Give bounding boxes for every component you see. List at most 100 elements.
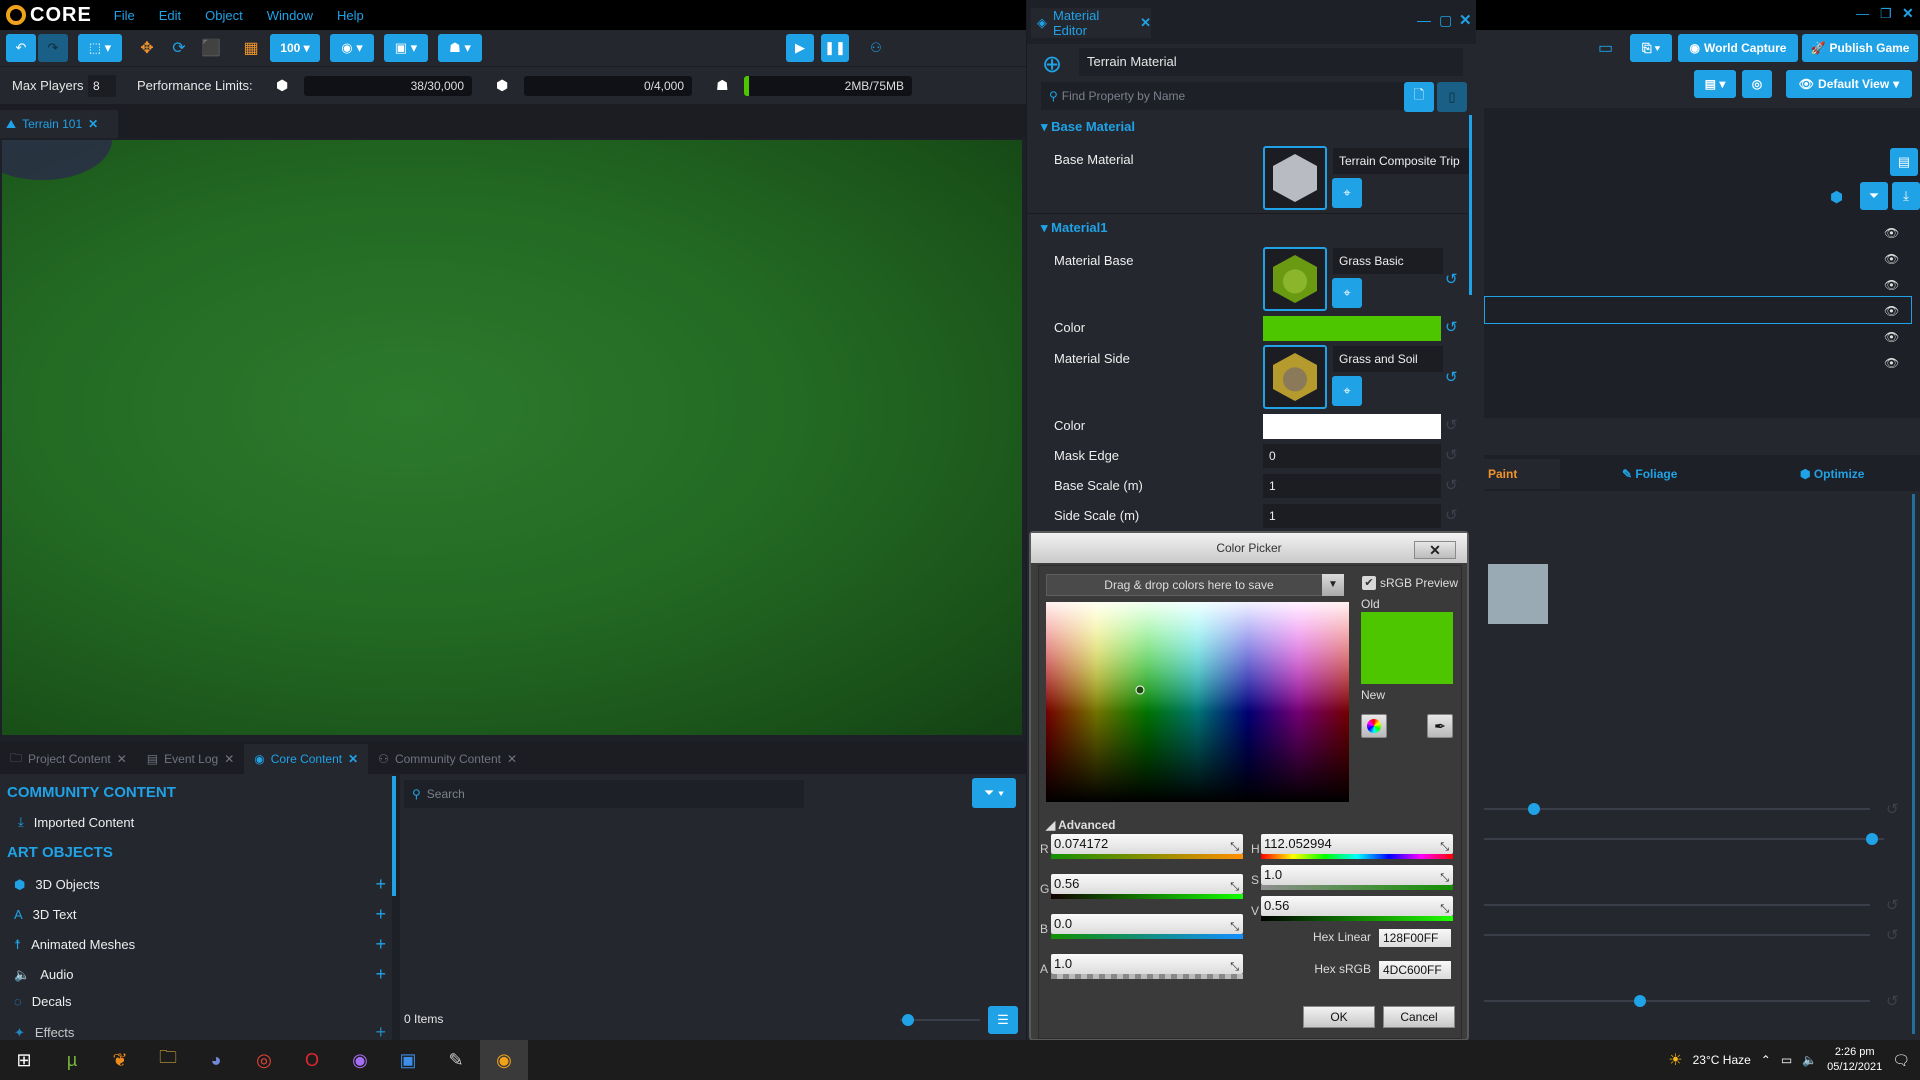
max-players-input[interactable]: 8 (88, 75, 116, 97)
share-dropdown[interactable]: ⎘ ▾ (1630, 34, 1672, 62)
section-material1[interactable]: ▾ Material1 (1041, 220, 1108, 236)
maximize-icon[interactable]: ❐ (1880, 6, 1892, 22)
menu-file[interactable]: File (114, 8, 135, 23)
collapse-button[interactable]: ⤓ (1892, 182, 1920, 210)
hierarchy-selected-row[interactable] (1484, 296, 1912, 324)
taskbar-app-github[interactable]: ◉ (336, 1040, 384, 1080)
visibility-eye-icon[interactable]: 👁 (1884, 226, 1899, 240)
tab-event-log[interactable]: ▤ Event Log ✕ (137, 744, 244, 774)
publish-game-button[interactable]: 🚀 Publish Game (1802, 34, 1918, 62)
reset-icon[interactable]: ↺ (1445, 318, 1458, 336)
menu-window[interactable]: Window (267, 8, 313, 23)
thumbnail-size-knob[interactable] (902, 1014, 914, 1026)
find-asset-button[interactable]: ⌖ (1332, 376, 1362, 406)
redo-button[interactable]: ↷ (38, 34, 68, 62)
expand-plus-icon[interactable]: + (375, 964, 386, 985)
color-picker-close-button[interactable]: ✕ (1414, 541, 1456, 559)
reset-icon[interactable]: ↺ (1445, 506, 1458, 524)
material-base-asset[interactable]: Grass Basic (1333, 248, 1443, 274)
minimize-icon[interactable]: — (1417, 12, 1431, 28)
tab-paint[interactable]: Paint (1484, 459, 1560, 489)
scale-tool-button[interactable]: ⬛ (198, 34, 224, 62)
v-input[interactable]: 0.56 ⤡ (1261, 896, 1453, 916)
brush-slider-knob[interactable] (1528, 803, 1540, 815)
move-tool-button[interactable]: ✥ (134, 34, 160, 62)
start-button[interactable]: ⊞ (0, 1040, 48, 1080)
network-icon[interactable]: ▭ (1781, 1053, 1792, 1067)
cubes-icon[interactable]: ⬢ (1830, 188, 1843, 206)
taskbar-app-discord[interactable]: ◕ (192, 1040, 240, 1080)
grid-toggle-button[interactable]: ▦ (238, 34, 264, 62)
hierarchy-save-button[interactable]: ▤ (1890, 148, 1918, 176)
category-3d-text[interactable]: A 3D Text + (14, 904, 386, 925)
maximize-icon[interactable]: ▢ (1439, 12, 1452, 29)
color-picker-titlebar[interactable]: Color Picker (1031, 533, 1467, 563)
category-decals[interactable]: ◌ Decals (14, 994, 386, 1009)
target-button[interactable]: ◎ (1742, 70, 1772, 98)
color1-swatch[interactable] (1263, 316, 1441, 341)
close-icon[interactable]: ✕ (507, 752, 517, 766)
panel-splitter[interactable] (392, 776, 396, 896)
b-input[interactable]: 0.0 ⤡ (1051, 914, 1243, 934)
multiplayer-preview-button[interactable]: ⚇ (862, 34, 890, 62)
color-wheel-button[interactable] (1361, 714, 1387, 738)
brush-slider[interactable] (1484, 808, 1870, 810)
visibility-eye-icon[interactable]: 👁 (1884, 278, 1899, 292)
expand-plus-icon[interactable]: + (375, 904, 386, 925)
expand-plus-icon[interactable]: + (375, 934, 386, 955)
a-input[interactable]: 1.0 ⤡ (1051, 954, 1243, 974)
brush-slider-knob[interactable] (1866, 833, 1878, 845)
visibility-eye-icon[interactable]: 👁 (1884, 330, 1899, 344)
reset-icon[interactable]: ↺ (1445, 270, 1458, 288)
reset-icon[interactable]: ↺ (1445, 476, 1458, 494)
menu-object[interactable]: Object (205, 8, 243, 23)
minimize-icon[interactable]: — (1856, 6, 1869, 21)
category-animated-meshes[interactable]: ☨ Animated Meshes + (14, 934, 386, 955)
g-input[interactable]: 0.56 ⤡ (1051, 874, 1243, 894)
section-base-material[interactable]: ▾ Base Material (1041, 119, 1135, 135)
find-asset-button[interactable]: ⌖ (1332, 178, 1362, 208)
tab-optimize[interactable]: ⬢ Optimize (1800, 467, 1864, 481)
tab-foliage[interactable]: ✎ Foliage (1622, 467, 1677, 481)
find-asset-button[interactable]: ⌖ (1332, 278, 1362, 308)
color-spectrum-cursor[interactable] (1135, 685, 1145, 695)
grid-size-dropdown[interactable]: 100 ▾ (270, 34, 320, 62)
property-search-input[interactable]: ⚲ Find Property by Name (1041, 82, 1431, 110)
pause-button[interactable]: ❚❚ (821, 34, 849, 62)
copy-button[interactable]: 🗋 (1404, 82, 1434, 112)
base-material-thumbnail[interactable] (1263, 146, 1327, 210)
brush-slider[interactable] (1484, 838, 1884, 840)
brush-slider[interactable] (1484, 1000, 1870, 1002)
tab-core-content[interactable]: ◉ Core Content ✕ (244, 744, 369, 774)
brush-slider-knob[interactable] (1634, 995, 1646, 1007)
world-capture-button[interactable]: ◉ World Capture (1678, 34, 1798, 62)
notifications-icon[interactable]: 🗨 (1892, 1052, 1910, 1069)
category-audio[interactable]: 🔈 Audio + (14, 964, 386, 985)
script-dropdown[interactable]: ▣ ▾ (384, 34, 428, 62)
visibility-eye-icon[interactable]: 👁 (1884, 252, 1899, 266)
taskbar-app-utorrent[interactable]: µ (48, 1040, 96, 1080)
reset-icon[interactable]: ↺ (1445, 446, 1458, 464)
taskbar-app-fl-studio[interactable]: ❦ (96, 1040, 144, 1080)
taskbar-app-chrome[interactable]: ◎ (240, 1040, 288, 1080)
reset-icon[interactable]: ↺ (1886, 800, 1899, 818)
saved-colors-dropzone[interactable]: Drag & drop colors here to save (1046, 574, 1332, 596)
volume-icon[interactable]: 🔈 (1802, 1053, 1817, 1067)
tab-material-editor[interactable]: ◈ Material Editor ✕ (1031, 8, 1151, 38)
cancel-button[interactable]: Cancel (1383, 1006, 1455, 1028)
weather-text[interactable]: 23°C Haze (1693, 1053, 1751, 1067)
close-icon[interactable]: ✕ (348, 752, 358, 766)
base-material-asset[interactable]: Terrain Composite Trip (1333, 148, 1469, 174)
brush-slider[interactable] (1484, 934, 1870, 936)
h-input[interactable]: 112.052994 ⤡ (1261, 834, 1453, 854)
material-side-asset[interactable]: Grass and Soil (1333, 346, 1443, 372)
screen-icon[interactable]: ▭ (1598, 38, 1613, 58)
reset-icon[interactable]: ↺ (1886, 896, 1899, 914)
taskbar-app-opera[interactable]: O (288, 1040, 336, 1080)
reset-icon[interactable]: ↺ (1445, 416, 1458, 434)
side-scale-input[interactable]: 1 (1263, 504, 1441, 528)
reset-icon[interactable]: ↺ (1886, 992, 1899, 1010)
material-base-thumbnail[interactable] (1263, 247, 1327, 311)
tray-chevron-icon[interactable]: ⌃ (1761, 1053, 1771, 1067)
expand-plus-icon[interactable]: + (375, 874, 386, 895)
